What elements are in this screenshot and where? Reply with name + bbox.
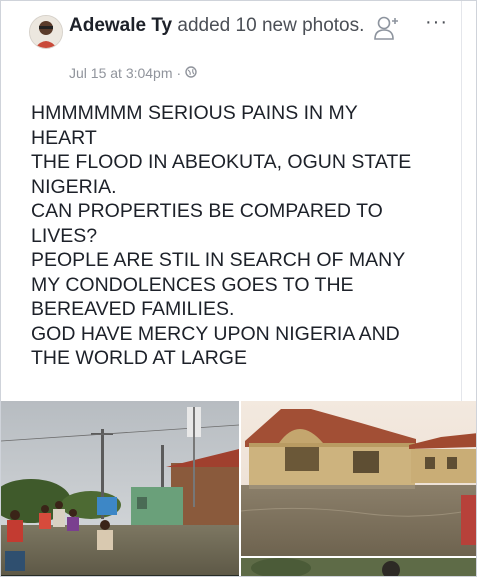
add-friend-icon[interactable] xyxy=(373,15,401,41)
globe-icon xyxy=(185,65,197,81)
post-text-line: BEREAVED FAMILIES. xyxy=(31,298,235,320)
post-text-line: HEART xyxy=(31,126,97,149)
more-options-icon[interactable]: ··· xyxy=(425,11,448,34)
post-meta: Jul 15 at 3:04pm · xyxy=(69,65,197,81)
post-text-line: PEOPLE ARE STIL IN SEARCH OF MANY xyxy=(31,249,406,271)
post-text-line: LIVES? xyxy=(31,224,98,247)
right-edge-divider xyxy=(461,1,462,401)
post-text-line: NIGERIA. xyxy=(31,175,117,198)
post-text-line: THE WORLD AT LARGE xyxy=(31,347,247,369)
post-text-line: CAN PROPERTIES BE COMPARED TO xyxy=(31,200,383,222)
author-avatar[interactable] xyxy=(29,15,63,49)
photo-grid xyxy=(1,401,476,576)
post-timestamp[interactable]: Jul 15 at 3:04pm xyxy=(69,65,173,81)
post-header: Adewale Ty added 10 new photos. Jul 15 a… xyxy=(1,1,476,93)
photo-strip[interactable] xyxy=(241,558,476,576)
photo-bottom-edge xyxy=(1,575,239,576)
flooded-street-photo[interactable] xyxy=(1,401,239,576)
post-text-line: THE FLOOD IN ABEOKUTA, OGUN STATE xyxy=(31,151,412,173)
post-text-line: GOD HAVE MERCY UPON NIGERIA AND xyxy=(31,322,400,345)
post-text-line: MY CONDOLENCES GOES TO THE xyxy=(31,273,354,296)
flooded-house-photo[interactable] xyxy=(241,401,476,556)
post-action: added 10 new photos. xyxy=(172,15,365,36)
post-text-line: HMMMMMM SERIOUS PAINS IN MY xyxy=(31,102,358,124)
meta-separator: · xyxy=(176,65,182,81)
post-text: HMMMMMM SERIOUS PAINS IN MY HEART THE FL… xyxy=(31,101,451,371)
post-card: Adewale Ty added 10 new photos. Jul 15 a… xyxy=(0,0,477,577)
post-headline: Adewale Ty added 10 new photos. xyxy=(69,13,369,39)
author-name[interactable]: Adewale Ty xyxy=(69,15,172,36)
